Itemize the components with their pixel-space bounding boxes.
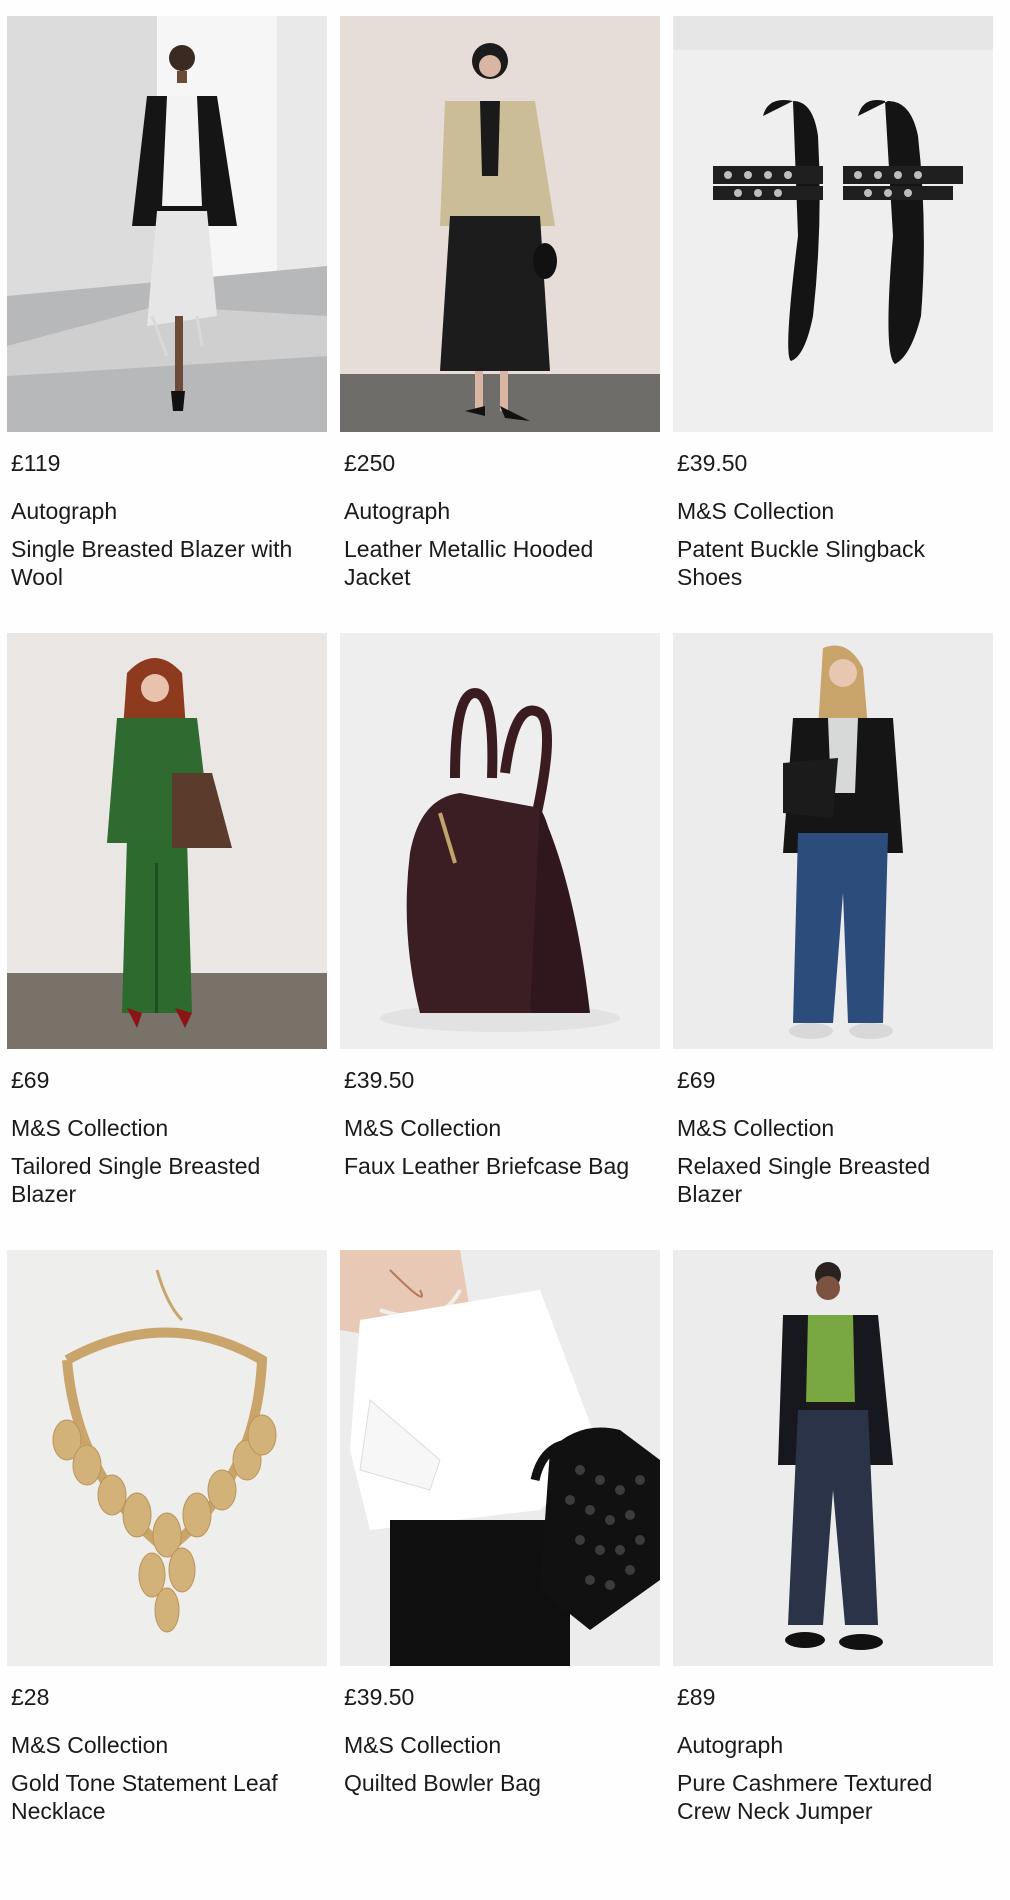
product-card[interactable]: £89 Autograph Pure Cashmere Textured Cre… [673, 1250, 993, 1825]
product-image[interactable] [673, 16, 993, 432]
product-brand: M&S Collection [344, 1115, 502, 1141]
product-brand: M&S Collection [677, 1115, 835, 1141]
product-card[interactable]: £39.50 M&S Collection Patent Buckle Slin… [673, 16, 993, 591]
product-card[interactable]: £28 M&S Collection Gold Tone Statement L… [7, 1250, 327, 1825]
product-card[interactable]: £39.50 M&S Collection Faux Leather Brief… [340, 633, 660, 1180]
product-price: £250 [344, 450, 396, 476]
product-title[interactable]: Pure Cashmere Textured Crew Neck Jumper [677, 1769, 989, 1825]
gold-leaf-necklace-photo-icon [7, 1250, 327, 1666]
product-price: £28 [11, 1684, 50, 1710]
black-slingback-shoes-photo-icon [673, 16, 993, 432]
product-brand: Autograph [11, 498, 118, 524]
product-price: £89 [677, 1684, 716, 1710]
product-title[interactable]: Relaxed Single Breasted Blazer [677, 1152, 989, 1208]
woman-green-suit-photo-icon [7, 633, 327, 1049]
product-card[interactable]: £119 Autograph Single Breasted Blazer wi… [7, 16, 327, 591]
quilted-bowler-bag-photo-icon [340, 1250, 660, 1666]
product-price: £39.50 [344, 1684, 415, 1710]
product-image[interactable] [7, 1250, 327, 1666]
product-price: £119 [11, 450, 61, 476]
product-brand: M&S Collection [11, 1115, 169, 1141]
woman-metallic-jacket-photo-icon [340, 16, 660, 432]
product-card[interactable]: £39.50 M&S Collection Quilted Bowler Bag [340, 1250, 660, 1797]
woman-blazer-jeans-photo-icon [673, 633, 993, 1049]
product-card[interactable]: £69 M&S Collection Tailored Single Breas… [7, 633, 327, 1208]
product-image[interactable] [7, 633, 327, 1049]
product-image[interactable] [673, 1250, 993, 1666]
product-brand: M&S Collection [344, 1732, 502, 1758]
product-title[interactable]: Single Breasted Blazer with Wool [11, 535, 323, 591]
product-title[interactable]: Gold Tone Statement Leaf Necklace [11, 1769, 323, 1825]
product-brand: Autograph [677, 1732, 784, 1758]
product-grid: £119 Autograph Single Breasted Blazer wi… [0, 0, 1010, 1900]
product-image[interactable] [340, 16, 660, 432]
woman-green-jumper-photo-icon [673, 1250, 993, 1666]
product-price: £69 [677, 1067, 716, 1093]
product-brand: Autograph [344, 498, 451, 524]
product-image[interactable] [7, 16, 327, 432]
product-image[interactable] [340, 1250, 660, 1666]
burgundy-briefcase-bag-photo-icon [340, 633, 660, 1049]
product-brand: M&S Collection [11, 1732, 169, 1758]
product-title[interactable]: Leather Metallic Hooded Jacket [344, 535, 656, 591]
product-price: £69 [11, 1067, 50, 1093]
product-title[interactable]: Faux Leather Briefcase Bag [344, 1152, 656, 1180]
product-card[interactable]: £250 Autograph Leather Metallic Hooded J… [340, 16, 660, 591]
product-image[interactable] [340, 633, 660, 1049]
product-card[interactable]: £69 M&S Collection Relaxed Single Breast… [673, 633, 993, 1208]
product-title[interactable]: Quilted Bowler Bag [344, 1769, 656, 1797]
product-price: £39.50 [344, 1067, 415, 1093]
product-title[interactable]: Patent Buckle Slingback Shoes [677, 535, 989, 591]
woman-blazer-photo-icon [7, 16, 327, 432]
product-price: £39.50 [677, 450, 748, 476]
product-title[interactable]: Tailored Single Breasted Blazer [11, 1152, 323, 1208]
product-brand: M&S Collection [677, 498, 835, 524]
product-image[interactable] [673, 633, 993, 1049]
